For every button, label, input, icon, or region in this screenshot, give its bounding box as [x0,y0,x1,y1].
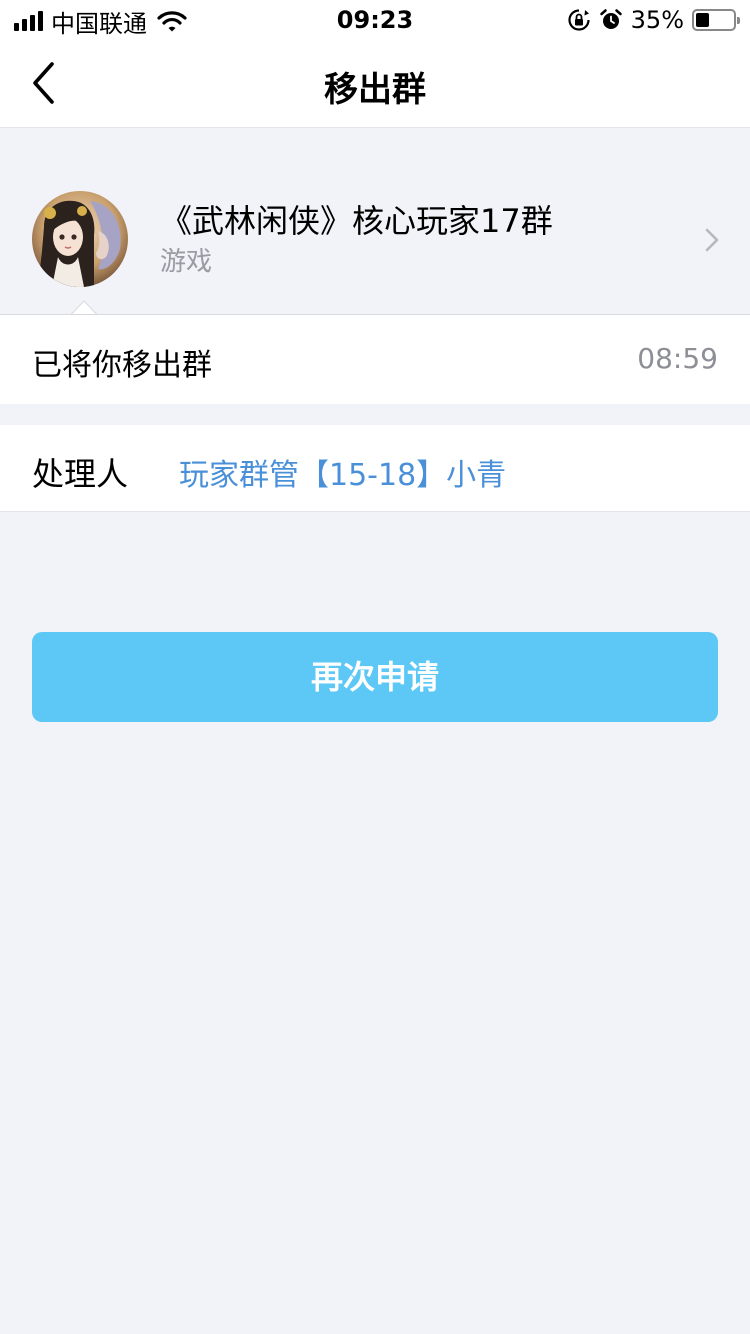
reapply-button[interactable]: 再次申请 [32,632,718,722]
message-text: 已将你移出群 [32,348,212,383]
notification-message: 已将你移出群 08:59 [0,314,750,404]
callout-pointer [71,300,97,315]
handler-label: 处理人 [32,455,129,493]
navigation-bar: 移出群 [0,40,750,128]
handler-name-link[interactable]: 玩家群管【15-18】小青 [179,450,506,494]
chevron-right-icon [705,228,719,252]
battery-level-fill [696,13,709,27]
group-category: 游戏 [160,247,213,277]
status-bar: 中国联通 09:23 35% [0,0,750,40]
page-title: 移出群 [324,70,426,110]
battery-icon [692,9,740,31]
status-right: 35% [567,6,740,34]
message-time: 08:59 [637,342,718,375]
group-avatar [32,191,128,287]
group-name: 《武林闲侠》核心玩家17群 [160,202,553,240]
battery-percent: 35% [630,6,684,34]
handler-row: 处理人 玩家群管【15-18】小青 [0,425,750,512]
alarm-icon [599,9,622,29]
orientation-lock-icon [568,9,590,31]
